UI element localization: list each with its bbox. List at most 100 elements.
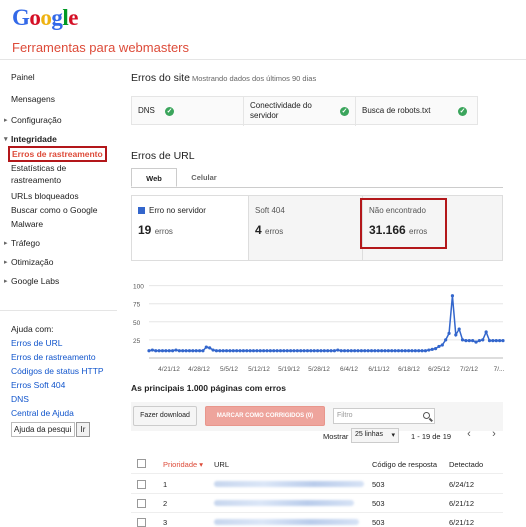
row-divider <box>131 493 503 494</box>
data-point <box>181 349 185 353</box>
cell-code: 503 <box>372 499 385 508</box>
data-point <box>349 349 353 353</box>
data-point <box>410 349 414 353</box>
row-checkbox[interactable] <box>137 499 146 508</box>
sidebar-item-mensagens[interactable]: Mensagens <box>11 94 55 104</box>
rows-per-page-select[interactable]: 25 linhas ▾ <box>351 428 399 443</box>
status-label: DNS <box>138 106 155 115</box>
sidebar-item-malware[interactable]: Malware <box>11 219 43 229</box>
tab-celular[interactable]: Celular <box>179 168 229 187</box>
help-search-button[interactable]: Ir <box>76 422 90 437</box>
filter-input[interactable]: Filtro <box>333 408 435 424</box>
data-point <box>309 349 313 353</box>
filter-placeholder: Filtro <box>337 412 353 419</box>
next-page-icon[interactable]: › <box>487 427 501 443</box>
col-codigo[interactable]: Código de resposta <box>372 460 437 469</box>
data-point <box>160 349 165 353</box>
help-link-erros-de-rastreamento[interactable]: Erros de rastreamento <box>11 352 96 362</box>
data-point <box>184 349 188 353</box>
check-icon: ✓ <box>340 107 349 116</box>
help-link-soft-404[interactable]: Erros Soft 404 <box>11 380 65 390</box>
data-point <box>447 331 451 335</box>
data-point <box>295 349 299 353</box>
help-link-codigos-http[interactable]: Códigos de status HTTP <box>11 366 104 376</box>
help-link-erros-de-url[interactable]: Erros de URL <box>11 338 63 348</box>
site-status-box: DNS ✓ Conectividade do servidor ✓ Busca … <box>131 96 478 126</box>
sidebar-item-erros-de-rastreamento[interactable]: Erros de rastreamento <box>8 146 107 162</box>
download-button[interactable]: Fazer download <box>133 406 197 426</box>
sidebar-item-trafego[interactable]: Tráfego <box>4 238 40 248</box>
data-point <box>491 339 495 343</box>
url-errors-title: Erros de URL <box>131 150 195 162</box>
data-point <box>218 349 222 353</box>
data-point <box>467 339 471 343</box>
data-point <box>289 349 293 353</box>
row-checkbox[interactable] <box>137 518 146 527</box>
data-point <box>224 349 229 353</box>
logo-letter: e <box>68 5 78 30</box>
sidebar-item-estatisticas-cont[interactable]: rastreamento <box>11 175 61 185</box>
search-icon[interactable] <box>423 412 430 419</box>
data-point <box>393 349 397 353</box>
blurred-url[interactable] <box>214 519 359 525</box>
col-url[interactable]: URL <box>214 460 229 469</box>
mark-fixed-button[interactable]: MARCAR COMO CORRIGIDOS (0) <box>205 406 325 426</box>
data-point <box>194 349 198 353</box>
data-point <box>457 327 461 331</box>
sidebar-item-urls-bloqueados[interactable]: URLs bloqueados <box>11 191 79 201</box>
row-checkbox[interactable] <box>137 480 146 489</box>
sidebar-item-painel[interactable]: Painel <box>11 72 35 82</box>
metric-label: Erro no servidor <box>138 206 242 215</box>
x-tick-label: 5/12/12 <box>248 366 270 373</box>
select-all-checkbox[interactable] <box>137 459 146 468</box>
status-robots: Busca de robots.txt ✓ <box>356 97 477 126</box>
help-search-input[interactable]: Ajuda da pesqui <box>11 422 75 437</box>
col-detectado[interactable]: Detectado <box>449 460 483 469</box>
x-tick-label: 5/19/12 <box>278 366 300 373</box>
sort-desc-icon: ▾ <box>199 460 204 469</box>
sidebar-item-configuracao[interactable]: Configuração <box>4 115 62 125</box>
data-point <box>403 349 407 353</box>
top-pages-title: As principais 1.000 páginas com erros <box>131 383 286 393</box>
data-point <box>498 339 502 343</box>
metric-soft-404[interactable]: Soft 404 4 erros <box>249 196 363 260</box>
x-tick-label: 6/4/12 <box>340 366 358 373</box>
x-tick-label: 6/11/12 <box>368 366 390 373</box>
data-point <box>332 349 337 353</box>
help-title: Ajuda com: <box>11 324 54 334</box>
tab-divider <box>131 187 503 188</box>
sidebar-item-estatisticas[interactable]: Estatísticas de <box>11 163 66 173</box>
cell-code: 503 <box>372 480 385 489</box>
sidebar-item-integridade[interactable]: Integridade <box>4 134 57 144</box>
logo-letter: g <box>51 5 63 30</box>
show-label: Mostrar <box>323 432 349 441</box>
data-point <box>427 348 431 352</box>
data-point <box>245 349 249 353</box>
cell-date: 6/21/12 <box>449 518 475 527</box>
blurred-url[interactable] <box>214 500 354 506</box>
metric-unit: erros <box>265 227 284 236</box>
data-point <box>204 345 208 349</box>
tab-web[interactable]: Web <box>131 168 177 187</box>
data-point <box>474 340 478 344</box>
x-tick-label: 4/21/12 <box>158 366 180 373</box>
data-point <box>363 349 367 353</box>
status-conectividade: Conectividade do servidor ✓ <box>244 97 356 126</box>
prev-page-icon[interactable]: ‹ <box>462 427 476 443</box>
sidebar-item-google-labs[interactable]: Google Labs <box>4 276 59 286</box>
x-tick-label: 4/28/12 <box>188 366 210 373</box>
metric-server-error[interactable]: Erro no servidor 19 erros <box>132 196 249 260</box>
check-icon: ✓ <box>165 107 174 116</box>
sidebar-item-otimizacao[interactable]: Otimização <box>4 257 53 267</box>
sidebar-item-buscar-como-google[interactable]: Buscar como o Google <box>11 205 97 215</box>
data-point <box>228 349 232 353</box>
site-errors-heading: Erros do site Mostrando dados dos últimos… <box>131 72 316 84</box>
url-errors-chart: 25 50 75 100 4/21/12 4/28/12 5/5/12 5/12/12 5/19… <box>133 284 505 373</box>
data-point <box>383 349 387 353</box>
blurred-url[interactable] <box>214 481 364 487</box>
help-link-dns[interactable]: DNS <box>11 394 29 404</box>
col-prioridade[interactable]: Prioridade ▾ <box>163 460 203 469</box>
data-point <box>450 294 455 298</box>
help-link-central-de-ajuda[interactable]: Central de Ajuda <box>11 408 74 418</box>
data-point <box>437 344 441 349</box>
